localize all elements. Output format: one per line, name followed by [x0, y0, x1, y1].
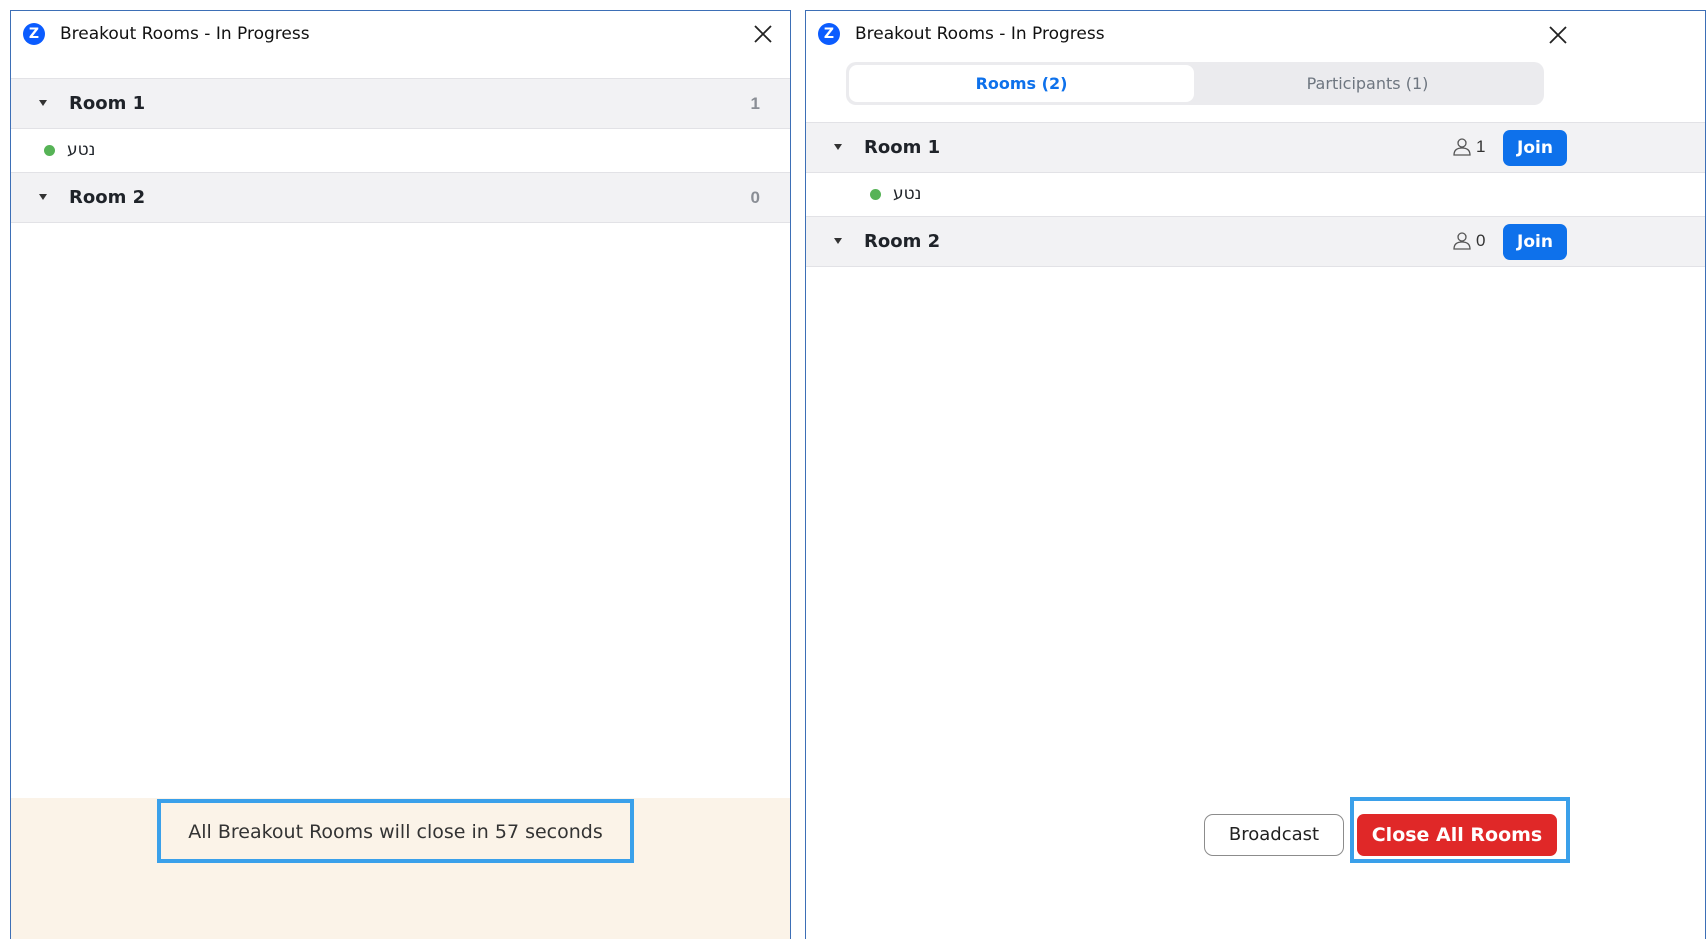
countdown-text: All Breakout Rooms will close in 57 seco… — [188, 821, 603, 843]
join-room-1-button[interactable]: Join — [1503, 130, 1567, 166]
broadcast-button[interactable]: Broadcast — [1204, 814, 1344, 856]
breakout-rooms-window-right: Z Breakout Rooms - In Progress Rooms (2)… — [805, 10, 1706, 939]
status-dot-icon — [44, 145, 55, 156]
room-name: Room 1 — [864, 137, 941, 158]
caret-down-icon[interactable] — [39, 100, 47, 106]
room-row-room-1[interactable]: Room 1 1 — [11, 78, 790, 129]
countdown-highlight: All Breakout Rooms will close in 57 seco… — [157, 799, 634, 863]
zoom-logo-icon: Z — [23, 23, 45, 45]
participant-name: נטע — [893, 184, 922, 204]
room-row-room-1[interactable]: Room 1 1 Join — [806, 122, 1705, 173]
room-participant-count: 0 — [750, 188, 760, 207]
rooms-list: Room 1 1 Join נטע Room 2 0 Join — [806, 122, 1705, 267]
tab-rooms[interactable]: Rooms (2) — [849, 65, 1194, 102]
participant-name: נטע — [67, 140, 96, 160]
window-title: Breakout Rooms - In Progress — [855, 24, 1105, 44]
person-icon — [1453, 232, 1471, 250]
window-title: Breakout Rooms - In Progress — [60, 24, 310, 44]
title-bar: Z Breakout Rooms - In Progress — [11, 11, 790, 57]
room-name: Room 2 — [69, 187, 146, 208]
status-dot-icon — [870, 189, 881, 200]
room-name: Room 1 — [69, 93, 146, 114]
breakout-rooms-window-left: Z Breakout Rooms - In Progress Room 1 1 … — [10, 10, 791, 939]
room-row-room-2[interactable]: Room 2 0 — [11, 172, 790, 223]
caret-down-icon[interactable] — [834, 144, 842, 150]
close-all-rooms-button[interactable]: Close All Rooms — [1357, 814, 1557, 856]
caret-down-icon[interactable] — [39, 194, 47, 200]
room-name: Room 2 — [864, 231, 941, 252]
countdown-banner: All Breakout Rooms will close in 57 seco… — [11, 798, 790, 939]
rooms-list: Room 1 1 נטע Room 2 0 — [11, 78, 790, 223]
zoom-logo-icon: Z — [818, 23, 840, 45]
participant-row: נטע — [11, 129, 790, 172]
close-icon[interactable] — [1548, 25, 1568, 45]
room-participant-count: 0 — [1476, 231, 1486, 250]
room-row-room-2[interactable]: Room 2 0 Join — [806, 216, 1705, 267]
tab-bar: Rooms (2) Participants (1) — [846, 62, 1544, 105]
tab-participants[interactable]: Participants (1) — [1194, 65, 1541, 102]
room-participant-count: 1 — [750, 94, 760, 113]
room-participant-count: 1 — [1476, 137, 1486, 156]
participant-row: נטע — [806, 173, 1705, 216]
title-bar: Z Breakout Rooms - In Progress — [806, 11, 1705, 57]
close-icon[interactable] — [753, 24, 773, 44]
caret-down-icon[interactable] — [834, 238, 842, 244]
person-icon — [1453, 138, 1471, 156]
join-room-2-button[interactable]: Join — [1503, 224, 1567, 260]
